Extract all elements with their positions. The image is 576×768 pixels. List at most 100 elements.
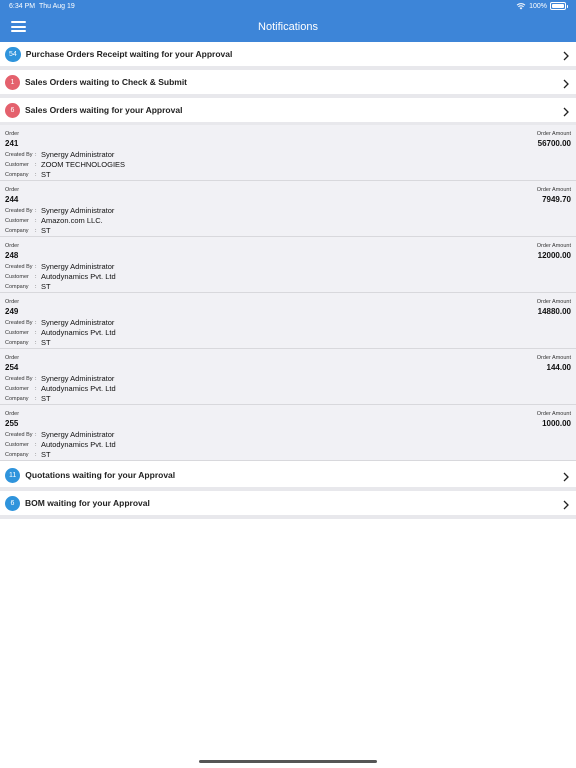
order-number: 241 bbox=[5, 139, 19, 148]
section-label: Purchase Orders Receipt waiting for your… bbox=[25, 49, 233, 59]
count-badge: 6 bbox=[5, 102, 20, 118]
order-label: Order bbox=[5, 355, 20, 361]
separator: : bbox=[35, 330, 37, 336]
created-by-value: Synergy Administrator bbox=[41, 262, 115, 271]
order-amount-label: Order Amount bbox=[536, 411, 571, 417]
separator: : bbox=[35, 162, 37, 168]
order-amount: 144.00 bbox=[546, 363, 571, 372]
company-value: ST bbox=[41, 170, 51, 179]
order-amount: 1000.00 bbox=[542, 419, 571, 428]
created-by-label: Created By bbox=[5, 432, 33, 438]
chevron-right-icon bbox=[563, 500, 569, 510]
section-label: Quotations waiting for your Approval bbox=[25, 470, 176, 480]
order-card[interactable]: Order 254 Order Amount 144.00 Created By: Syn… bbox=[0, 349, 576, 405]
company-label: Company bbox=[5, 396, 29, 402]
order-label: Order bbox=[5, 131, 20, 137]
separator: : bbox=[35, 152, 37, 158]
separator: : bbox=[35, 386, 37, 392]
company-value: ST bbox=[41, 226, 51, 235]
created-by-label: Created By bbox=[5, 264, 33, 270]
order-amount-label: Order Amount bbox=[536, 243, 571, 249]
separator: : bbox=[35, 432, 37, 438]
order-card[interactable]: Order 244 Order Amount 7949.70 Created By: Sy… bbox=[0, 181, 576, 237]
count-badge: 1 bbox=[5, 74, 20, 90]
order-card[interactable]: Order 248 Order Amount 12000.00 Created By: S… bbox=[0, 237, 576, 293]
order-card[interactable]: Order 241 Order Amount 56700.00 Created By: S… bbox=[0, 125, 576, 181]
notification-section-row[interactable]: 11 Quotations waiting for your Approval bbox=[0, 463, 576, 491]
count-badge: 6 bbox=[5, 495, 20, 511]
chevron-right-icon bbox=[563, 79, 569, 89]
company-value: ST bbox=[41, 282, 51, 291]
order-amount-label: Order Amount bbox=[536, 355, 571, 361]
created-by-label: Created By bbox=[5, 376, 33, 382]
order-amount-label: Order Amount bbox=[536, 187, 571, 193]
customer-label: Customer bbox=[5, 162, 29, 168]
status-bar: 6:34 PM Thu Aug 19 100% bbox=[0, 0, 576, 14]
order-amount: 14880.00 bbox=[537, 307, 571, 316]
separator: : bbox=[35, 452, 37, 458]
company-label: Company bbox=[5, 228, 29, 234]
page-title: Notifications bbox=[258, 21, 318, 33]
section-label: Sales Orders waiting to Check & Submit bbox=[25, 77, 188, 87]
battery-percent: 100% bbox=[529, 2, 547, 10]
count-badge: 54 bbox=[5, 46, 21, 62]
created-by-value: Synergy Administrator bbox=[41, 374, 115, 383]
order-label: Order bbox=[5, 411, 20, 417]
order-number: 254 bbox=[5, 363, 19, 372]
app-header: 6:34 PM Thu Aug 19 100% Notifications bbox=[0, 0, 576, 42]
status-time: 6:34 PM Thu Aug 19 bbox=[9, 3, 75, 10]
separator: : bbox=[35, 376, 37, 382]
order-number: 248 bbox=[5, 251, 19, 260]
created-by-value: Synergy Administrator bbox=[41, 150, 115, 159]
separator: : bbox=[35, 208, 37, 214]
order-label: Order bbox=[5, 299, 20, 305]
customer-label: Customer bbox=[5, 330, 29, 336]
order-card[interactable]: Order 255 Order Amount 1000.00 Created By: Sy… bbox=[0, 405, 576, 461]
separator: : bbox=[35, 228, 37, 234]
customer-value: Autodynamics Pvt. Ltd bbox=[41, 272, 116, 281]
order-number: 255 bbox=[5, 419, 19, 428]
customer-label: Customer bbox=[5, 218, 29, 224]
notification-section-row[interactable]: 6 BOM waiting for your Approval bbox=[0, 491, 576, 519]
status-indicators: 100% bbox=[516, 2, 568, 10]
created-by-value: Synergy Administrator bbox=[41, 206, 115, 215]
company-label: Company bbox=[5, 172, 29, 178]
separator: : bbox=[35, 320, 37, 326]
order-label: Order bbox=[5, 187, 20, 193]
company-value: ST bbox=[41, 450, 51, 459]
chevron-right-icon bbox=[563, 472, 569, 482]
count-badge: 11 bbox=[5, 467, 21, 483]
order-card[interactable]: Order 249 Order Amount 14880.00 Created By: S… bbox=[0, 293, 576, 349]
created-by-value: Synergy Administrator bbox=[41, 430, 115, 439]
section-label: BOM waiting for your Approval bbox=[25, 498, 150, 508]
company-value: ST bbox=[41, 394, 51, 403]
order-amount: 56700.00 bbox=[537, 139, 571, 148]
company-value: ST bbox=[41, 338, 51, 347]
customer-label: Customer bbox=[5, 274, 29, 280]
customer-value: Amazon.com LLC. bbox=[41, 216, 103, 225]
separator: : bbox=[35, 274, 37, 280]
order-amount-label: Order Amount bbox=[536, 299, 571, 305]
customer-value: Autodynamics Pvt. Ltd bbox=[41, 440, 116, 449]
order-amount: 12000.00 bbox=[537, 251, 571, 260]
notification-section-row[interactable]: 6 Sales Orders waiting for your Approval bbox=[0, 98, 576, 126]
chevron-right-icon bbox=[563, 107, 569, 117]
battery-level-fill bbox=[552, 4, 564, 8]
notification-section-row[interactable]: 54 Purchase Orders Receipt waiting for yo… bbox=[0, 42, 576, 70]
home-indicator bbox=[199, 760, 377, 763]
separator: : bbox=[35, 442, 37, 448]
created-by-label: Created By bbox=[5, 208, 33, 214]
order-number: 249 bbox=[5, 307, 19, 316]
notification-section-row[interactable]: 1 Sales Orders waiting to Check & Submit bbox=[0, 70, 576, 98]
order-amount: 7949.70 bbox=[542, 195, 571, 204]
separator: : bbox=[35, 264, 37, 270]
company-label: Company bbox=[5, 284, 29, 290]
created-by-label: Created By bbox=[5, 320, 33, 326]
battery-icon bbox=[550, 2, 568, 10]
separator: : bbox=[35, 396, 37, 402]
customer-value: ZOOM TECHNOLOGIES bbox=[41, 160, 126, 169]
order-number: 244 bbox=[5, 195, 19, 204]
separator: : bbox=[35, 340, 37, 346]
order-label: Order bbox=[5, 243, 20, 249]
customer-label: Customer bbox=[5, 442, 29, 448]
